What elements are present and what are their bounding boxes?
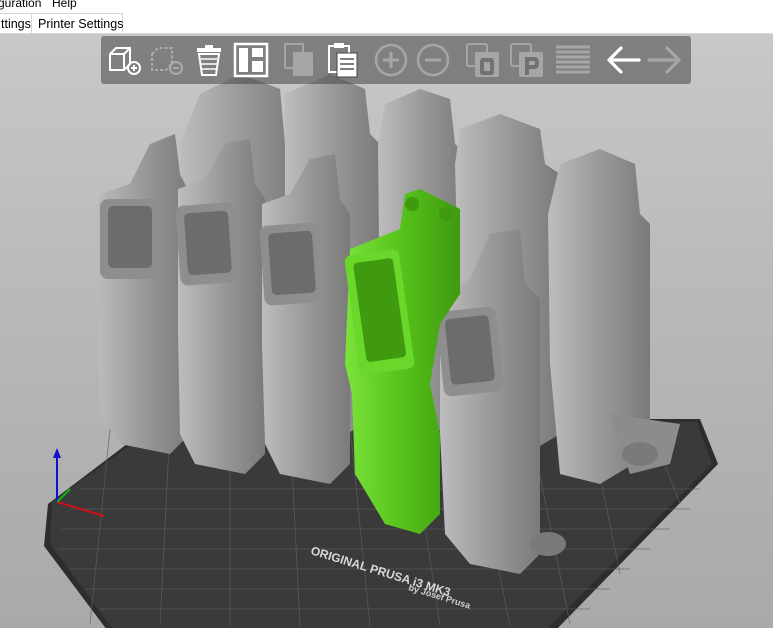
- trash-icon: [197, 45, 221, 76]
- layers-icon: [556, 45, 590, 74]
- split-parts-icon: [510, 43, 543, 77]
- arrange-icon: [233, 42, 269, 78]
- tab-printer-settings[interactable]: Printer Settings: [31, 13, 123, 33]
- add-instance-icon: [374, 43, 408, 77]
- paste-icon: [328, 43, 358, 78]
- redo-arrow-icon: [647, 46, 681, 74]
- arrange-button[interactable]: [231, 40, 271, 80]
- split-objects-button[interactable]: [463, 40, 503, 80]
- layers-button[interactable]: [553, 40, 593, 80]
- split-parts-button[interactable]: [507, 40, 547, 80]
- split-objects-icon: [466, 43, 499, 77]
- tab-bar: ttings Printer Settings: [0, 12, 773, 34]
- delete-object-icon: [151, 47, 183, 75]
- delete-all-button[interactable]: [189, 40, 229, 80]
- redo-button[interactable]: [645, 40, 685, 80]
- paste-button[interactable]: [323, 40, 363, 80]
- main-toolbar: [101, 36, 691, 84]
- menu-bar: guration Help: [0, 0, 773, 12]
- add-button[interactable]: [104, 40, 144, 80]
- undo-arrow-icon: [607, 46, 641, 74]
- add-instance-button[interactable]: [371, 40, 411, 80]
- remove-instance-button[interactable]: [413, 40, 453, 80]
- undo-button[interactable]: [603, 40, 643, 80]
- tab-filament-settings[interactable]: ttings: [0, 13, 32, 33]
- delete-button[interactable]: [146, 40, 186, 80]
- menu-configuration[interactable]: guration: [0, 0, 41, 10]
- add-object-icon: [109, 47, 141, 75]
- remove-instance-icon: [416, 43, 450, 77]
- 3d-viewport[interactable]: ORIGINAL PRUSA i3 MK3 by Josef Prusa: [0, 34, 773, 628]
- copy-icon: [284, 43, 313, 76]
- menu-help[interactable]: Help: [52, 0, 77, 10]
- scene-canvas[interactable]: ORIGINAL PRUSA i3 MK3 by Josef Prusa: [0, 34, 773, 628]
- copy-button[interactable]: [279, 40, 319, 80]
